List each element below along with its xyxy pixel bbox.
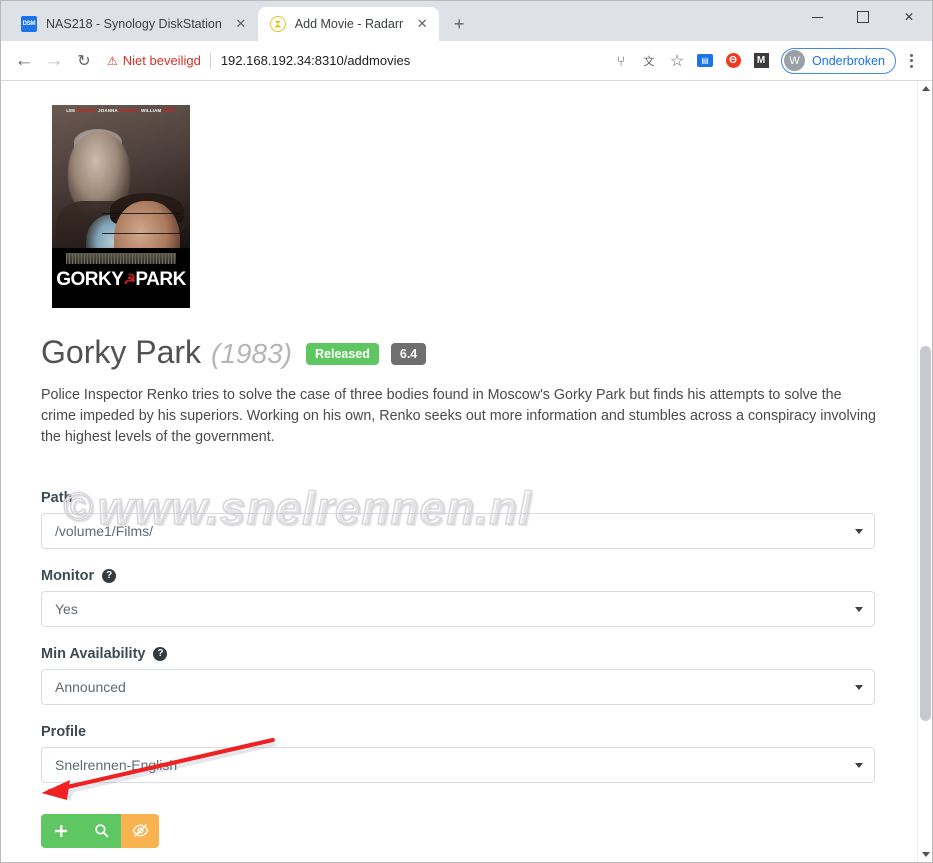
add-movie-page: LEE MARVIN JOANNA PACULA WILLIAM HURT GO… [1, 81, 917, 862]
rating-badge: 6.4 [390, 343, 427, 365]
scrollbar-thumb[interactable] [920, 346, 931, 721]
tab-title: Add Movie - Radarr [294, 17, 404, 31]
page-title: Gorky Park [41, 334, 202, 370]
page-viewport: LEE MARVIN JOANNA PACULA WILLIAM HURT GO… [1, 81, 932, 862]
radarr-icon [269, 16, 286, 32]
hammer-sickle-icon: ☭ [123, 271, 136, 287]
exclude-movie-button[interactable] [121, 813, 159, 848]
status-badge: Released [305, 343, 379, 365]
field-min-availability: Min Availability ? Announced [41, 646, 877, 705]
tab-title: NAS218 - Synology DiskStation [46, 17, 222, 31]
forward-icon[interactable]: → [39, 46, 69, 76]
help-icon[interactable]: ? [102, 568, 117, 583]
translate-icon[interactable]: 文 [635, 47, 663, 75]
password-key-icon[interactable]: ⑂ [607, 47, 635, 75]
bookmark-star-icon[interactable]: ☆ [663, 47, 691, 75]
movie-overview: Police Inspector Renko tries to solve th… [41, 387, 876, 445]
scroll-down-icon[interactable] [918, 847, 932, 862]
scroll-up-icon[interactable] [918, 81, 932, 96]
monitor-value: Yes [55, 600, 78, 617]
chrome-menu-icon[interactable] [898, 47, 924, 75]
movie-header: Gorky Park (1983) Released 6.4 [41, 334, 877, 371]
label-text: Monitor [41, 567, 95, 584]
movie-year: (1983) [211, 338, 292, 369]
help-icon[interactable]: ? [153, 646, 168, 661]
profile-label: Profile [41, 724, 877, 740]
avatar: W [784, 50, 806, 71]
min-availability-value: Announced [55, 678, 126, 695]
extension-orange-icon[interactable]: Θ [719, 47, 747, 75]
extension-dark-icon[interactable]: M [747, 47, 775, 75]
close-window-icon[interactable]: ✕ [886, 1, 932, 33]
movie-poster: LEE MARVIN JOANNA PACULA WILLIAM HURT GO… [52, 105, 190, 308]
maximize-icon[interactable] [840, 1, 886, 33]
field-monitor: Monitor ? Yes [41, 568, 877, 627]
divider [209, 52, 211, 69]
not-secure-label: Niet beveiligd [122, 53, 201, 68]
min-availability-select[interactable]: Announced [41, 668, 875, 705]
path-select[interactable]: /volume1/Films/ [41, 512, 875, 549]
not-secure-warning-icon: ⚠ [107, 53, 118, 68]
reload-icon[interactable]: ↻ [69, 46, 99, 76]
label-text: Profile [41, 723, 87, 740]
profile-label: Onderbroken [812, 53, 885, 68]
page-scrollbar[interactable] [917, 81, 932, 862]
path-value: /volume1/Films/ [55, 522, 154, 539]
monitor-select[interactable]: Yes [41, 590, 875, 627]
field-profile: Profile Snelrennen-English [41, 724, 877, 783]
dsm-icon: DSM [21, 16, 37, 32]
browser-window: DSM NAS218 - Synology DiskStation ✕ Add … [0, 0, 933, 863]
add-movie-form: Path /volume1/Films/ Monitor ? Yes Min A… [41, 490, 877, 848]
path-label: Path [41, 490, 877, 506]
url-text: 192.168.192.34:8310/addmovies [220, 53, 411, 68]
browser-toolbar: ← → ↻ ⚠ Niet beveiligd 192.168.192.34:83… [1, 41, 932, 81]
label-text: Path [41, 489, 73, 506]
close-icon[interactable]: ✕ [411, 13, 433, 35]
tab-strip: DSM NAS218 - Synology DiskStation ✕ Add … [1, 1, 932, 41]
extension-blue-icon[interactable]: ▤ [691, 47, 719, 75]
minimize-icon[interactable] [794, 1, 840, 33]
action-button-group [41, 813, 159, 848]
tab-nas218[interactable]: DSM NAS218 - Synology DiskStation ✕ [9, 7, 258, 41]
label-text: Min Availability [41, 645, 146, 662]
address-bar[interactable]: ⚠ Niet beveiligd 192.168.192.34:8310/add… [107, 47, 601, 75]
tab-add-movie-radarr[interactable]: Add Movie - Radarr ✕ [257, 7, 440, 41]
monitor-label: Monitor ? [41, 568, 877, 584]
field-path: Path /volume1/Films/ [41, 490, 877, 549]
new-tab-button[interactable]: + [445, 10, 473, 38]
add-movie-button[interactable] [41, 813, 81, 848]
profile-select[interactable]: Snelrennen-English [41, 746, 875, 783]
min-availability-label: Min Availability ? [41, 646, 877, 662]
close-icon[interactable]: ✕ [230, 13, 252, 35]
poster-title: GORKY☭PARK [56, 269, 186, 290]
back-icon[interactable]: ← [9, 46, 39, 76]
add-and-search-button[interactable] [81, 813, 121, 848]
profile-button[interactable]: W Onderbroken [781, 47, 896, 74]
profile-value: Snelrennen-English [55, 756, 178, 773]
window-controls: ✕ [794, 1, 932, 33]
poster-actors-line: LEE MARVIN JOANNA PACULA WILLIAM HURT [66, 108, 176, 113]
